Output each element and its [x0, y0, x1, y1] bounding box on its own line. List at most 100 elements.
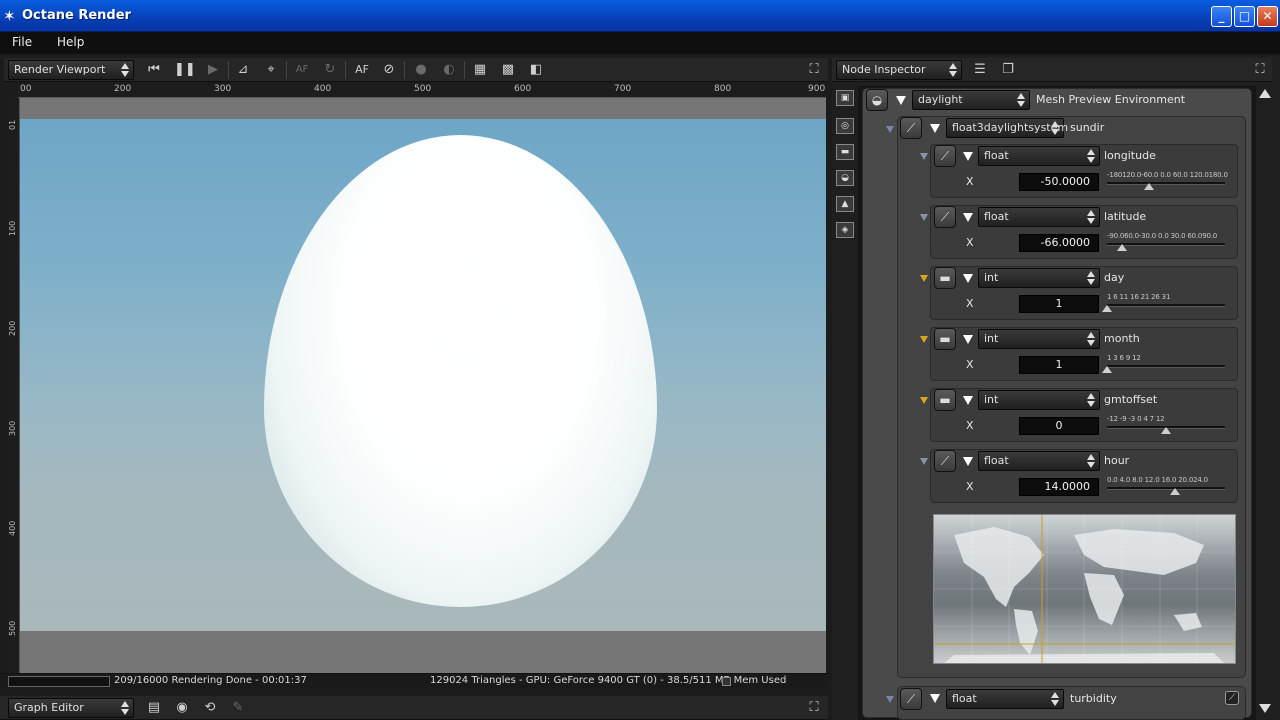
- param-value-field[interactable]: 1: [1019, 356, 1099, 374]
- param-axis-label: X: [966, 297, 974, 310]
- param-type-select[interactable]: int: [978, 268, 1100, 288]
- slider-tick-labels: -180120.0-60.0 0.0 60.0 120.0180.0: [1107, 171, 1228, 179]
- int-node-icon: ▬: [934, 328, 956, 350]
- expand-triangle-icon[interactable]: [963, 457, 973, 466]
- af-dim-icon[interactable]: AF: [292, 61, 312, 79]
- param-type-select[interactable]: float: [978, 146, 1100, 166]
- param-slider[interactable]: [1107, 182, 1225, 185]
- checker-icon[interactable]: ▩: [498, 61, 518, 79]
- link-triangle-icon: [920, 458, 928, 465]
- load-scene-icon[interactable]: ▤: [144, 699, 164, 717]
- ruler-label: 200: [114, 84, 132, 94]
- region-icon[interactable]: ◧: [526, 61, 546, 79]
- camera-off-icon[interactable]: ⊘: [379, 61, 399, 79]
- world-map-picker[interactable]: [933, 514, 1236, 664]
- menu-help[interactable]: Help: [57, 35, 84, 49]
- expand-triangle-icon[interactable]: [930, 124, 940, 133]
- collapse-all-icon[interactable]: ☰: [970, 61, 990, 79]
- param-slider[interactable]: [1107, 365, 1225, 368]
- param-value-field[interactable]: 14.0000: [1019, 478, 1099, 496]
- select-arrows-icon: [1017, 92, 1026, 108]
- graph-fullscreen-icon[interactable]: ⛶: [804, 699, 824, 717]
- grid-icon[interactable]: ▦: [470, 61, 490, 79]
- select-arrows-icon: [1087, 270, 1096, 286]
- render-progress-bar: [8, 676, 110, 687]
- param-value-field[interactable]: -50.0000: [1019, 173, 1099, 191]
- ruler-label: 200: [8, 320, 17, 336]
- curve-edit-icon[interactable]: ⟋: [1225, 691, 1239, 705]
- menu-file[interactable]: File: [12, 35, 32, 49]
- play-icon[interactable]: ▶: [203, 61, 223, 79]
- root-type-select[interactable]: daylight: [912, 90, 1030, 110]
- focus-pick-icon[interactable]: ⌖: [261, 61, 281, 79]
- slider-thumb[interactable]: [1117, 244, 1128, 251]
- expand-triangle-icon[interactable]: [930, 694, 940, 703]
- turbidity-type-select[interactable]: float: [946, 689, 1064, 709]
- slider-thumb[interactable]: [1170, 488, 1181, 495]
- param-type-select[interactable]: float: [978, 451, 1100, 471]
- record-icon[interactable]: ◉: [172, 699, 192, 717]
- float-curve-icon: ⟋: [900, 688, 922, 710]
- slider-thumb[interactable]: [1102, 366, 1112, 373]
- param-type-select[interactable]: int: [978, 329, 1100, 349]
- slider-thumb[interactable]: [1161, 427, 1171, 434]
- ruler-label: 300: [214, 84, 232, 94]
- node-inspector-select[interactable]: Node Inspector: [836, 60, 962, 80]
- ruler-label: 700: [614, 84, 632, 94]
- sphere-alt-icon[interactable]: ◐: [439, 61, 459, 79]
- environment-node-icon[interactable]: ◒: [836, 170, 854, 186]
- ruler-label: 400: [314, 84, 332, 94]
- param-value-field[interactable]: 1: [1019, 295, 1099, 313]
- param-type-select[interactable]: int: [978, 390, 1100, 410]
- texture-node-icon[interactable]: ▲: [836, 196, 854, 212]
- close-button[interactable]: ✕: [1257, 6, 1278, 27]
- expand-triangle-icon[interactable]: [963, 274, 973, 283]
- status-bar: 209/16000 Rendering Done - 00:01:37 1290…: [0, 673, 828, 689]
- expand-triangle-icon[interactable]: [963, 152, 973, 161]
- scroll-down-icon[interactable]: [1259, 704, 1271, 713]
- refresh-icon[interactable]: ↻: [320, 61, 340, 79]
- view-select[interactable]: Render Viewport: [8, 60, 134, 80]
- slider-thumb[interactable]: [1144, 183, 1155, 190]
- param-slider[interactable]: [1107, 487, 1225, 490]
- param-value-field[interactable]: -66.0000: [1019, 234, 1099, 252]
- refresh-graph-icon[interactable]: ⟲: [200, 699, 220, 717]
- rewind-icon[interactable]: ⏮: [144, 61, 164, 79]
- expand-triangle-icon[interactable]: [963, 396, 973, 405]
- param-axis-label: X: [966, 358, 974, 371]
- link-triangle-icon: [920, 397, 928, 404]
- scroll-up-icon[interactable]: [1259, 89, 1271, 98]
- param-name: gmtoffset: [1104, 393, 1158, 406]
- image-node-icon[interactable]: ▣: [836, 90, 854, 106]
- minimize-button[interactable]: _: [1211, 6, 1232, 27]
- slider-thumb[interactable]: [1102, 305, 1112, 312]
- link-triangle-icon: [920, 214, 928, 221]
- float-node-icon[interactable]: ▬: [836, 144, 854, 160]
- param-slider[interactable]: [1107, 304, 1225, 307]
- param-type-label: int: [984, 393, 999, 406]
- inspector-fullscreen-icon[interactable]: ⛶: [1250, 61, 1270, 79]
- expand-triangle-icon[interactable]: [963, 335, 973, 344]
- sphere-icon[interactable]: ●: [411, 61, 431, 79]
- camera-node-icon[interactable]: ◎: [836, 118, 854, 134]
- param-value-field[interactable]: 0: [1019, 417, 1099, 435]
- af-icon[interactable]: AF: [352, 61, 372, 79]
- export-icon[interactable]: ✎: [228, 699, 248, 717]
- ruler-icon[interactable]: ⊿: [233, 61, 253, 79]
- maximize-button[interactable]: □: [1234, 6, 1255, 27]
- pause-icon[interactable]: ❚❚: [174, 61, 196, 79]
- ruler-label: 500: [8, 620, 17, 636]
- expand-triangle-icon[interactable]: [896, 96, 906, 105]
- copy-node-icon[interactable]: ❐: [998, 61, 1018, 79]
- material-node-icon[interactable]: ◈: [836, 222, 854, 238]
- inspector-scrollbar[interactable]: [1256, 86, 1272, 720]
- graph-editor-select[interactable]: Graph Editor: [8, 698, 134, 718]
- link-triangle-icon: [920, 153, 928, 160]
- sundir-type-select[interactable]: float3daylightsystem: [946, 118, 1068, 138]
- float-curve-icon: ⟋: [934, 450, 956, 472]
- select-arrows-icon: [121, 700, 130, 716]
- render-viewport[interactable]: [20, 98, 826, 673]
- fullscreen-icon[interactable]: ⛶: [804, 61, 824, 79]
- param-type-select[interactable]: float: [978, 207, 1100, 227]
- expand-triangle-icon[interactable]: [963, 213, 973, 222]
